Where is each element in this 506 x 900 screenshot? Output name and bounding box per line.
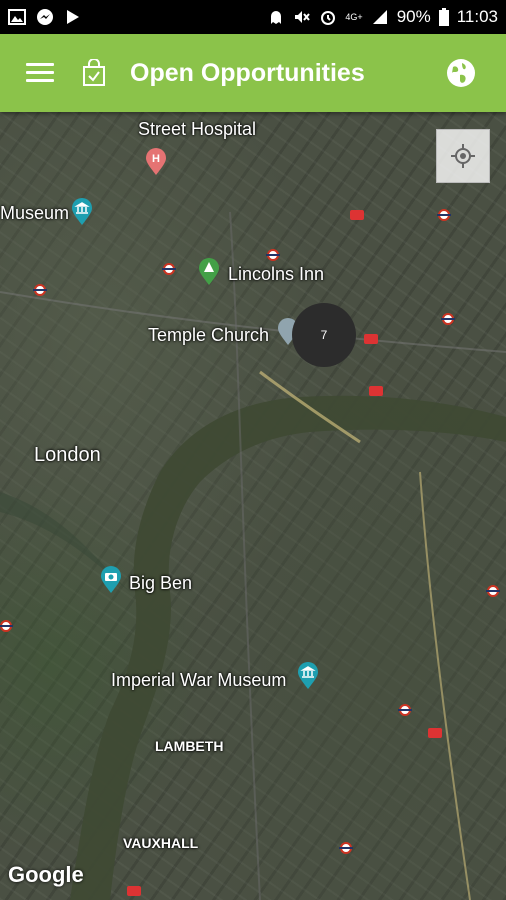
rail-station-icon (428, 728, 442, 738)
camera-pin-icon[interactable] (100, 566, 122, 594)
my-location-button[interactable] (436, 129, 490, 183)
map-label: London (34, 444, 101, 466)
svg-text:H: H (152, 153, 160, 165)
map-label: Street Hospital (138, 119, 257, 139)
globe-icon[interactable] (446, 58, 476, 88)
image-notification-icon (8, 9, 26, 25)
map-label: LAMBETH (155, 738, 224, 754)
museum-pin-icon[interactable] (297, 662, 319, 690)
mute-icon (295, 11, 311, 23)
underground-station-icon (441, 313, 455, 325)
opportunity-cluster-marker[interactable]: 7 (292, 303, 356, 367)
park-pin-icon[interactable] (198, 258, 220, 286)
rail-station-icon (364, 334, 378, 344)
crosshair-icon (451, 144, 475, 168)
underground-station-icon (0, 620, 13, 632)
hamburger-menu-icon[interactable] (26, 63, 54, 83)
map-label: Museum (0, 203, 70, 223)
underground-station-icon (398, 704, 412, 716)
underground-station-icon (486, 585, 500, 597)
alarm-icon (321, 11, 336, 25)
status-bar: 4G+ 90% 11:03 (0, 0, 506, 34)
underground-station-icon (33, 284, 47, 296)
map-view[interactable]: H Street Hospital Museum Lincolns Inn Te… (0, 112, 506, 900)
underground-station-icon (266, 249, 280, 261)
network-label: 4G+ (345, 12, 363, 22)
signal-icon (372, 10, 387, 24)
thames-river (0, 211, 506, 900)
map-label: VAUXHALL (123, 835, 199, 851)
rail-station-icon (369, 386, 383, 396)
google-attribution: Google (8, 862, 84, 887)
app-bar: Open Opportunities (0, 34, 506, 112)
map-label: Lincolns Inn (228, 264, 325, 284)
map-label: Big Ben (129, 573, 193, 593)
play-store-icon (67, 10, 79, 24)
messenger-icon (37, 9, 53, 25)
page-title: Open Opportunities (130, 59, 365, 87)
ghost-icon (271, 11, 282, 24)
battery-percent: 90% (396, 7, 431, 26)
hospital-pin-icon[interactable]: H (145, 148, 167, 176)
underground-station-icon (162, 263, 176, 275)
shopping-bag-check-icon (83, 59, 105, 86)
underground-station-icon (437, 209, 451, 221)
map-label: Imperial War Museum (111, 670, 287, 690)
battery-icon (438, 8, 449, 26)
map-label: Temple Church (148, 325, 270, 345)
clock: 11:03 (456, 7, 498, 26)
underground-station-icon (339, 842, 353, 854)
rail-station-icon (127, 886, 141, 896)
rail-station-icon (350, 210, 364, 220)
museum-pin-icon[interactable] (71, 198, 93, 226)
